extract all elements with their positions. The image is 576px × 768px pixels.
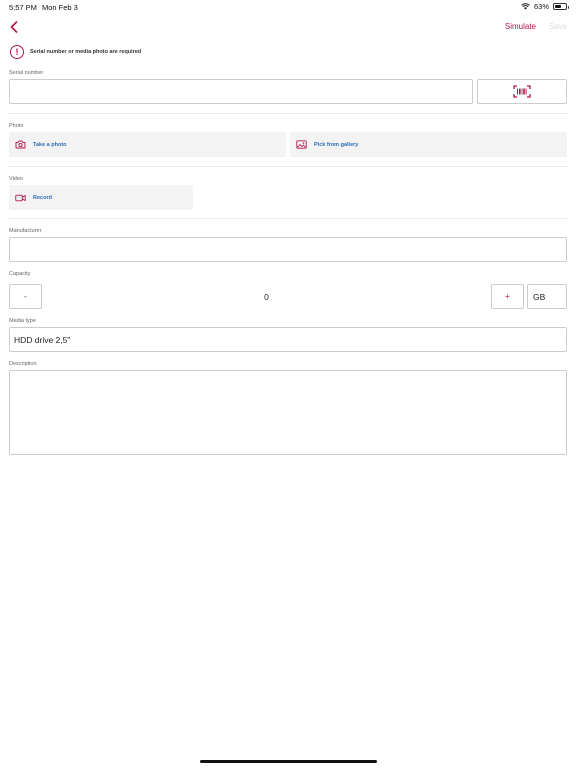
camera-icon xyxy=(15,140,26,149)
image-icon xyxy=(296,140,307,149)
description-textarea[interactable] xyxy=(9,370,567,455)
divider xyxy=(9,218,567,219)
battery-percent: 63% xyxy=(533,2,549,11)
save-button[interactable]: Save xyxy=(549,22,567,31)
simulate-button[interactable]: Simulate xyxy=(505,22,536,31)
validation-warning: ! Serial number or media photo are requi… xyxy=(10,45,141,59)
record-label: Record xyxy=(33,194,52,201)
wifi-icon xyxy=(521,3,530,10)
status-indicators: 63% xyxy=(521,2,569,11)
take-photo-button[interactable]: Take a photo xyxy=(9,132,286,157)
pick-from-gallery-button[interactable]: Pick from gallery xyxy=(290,132,567,157)
pick-from-gallery-label: Pick from gallery xyxy=(314,141,359,148)
photo-label: Photo xyxy=(9,123,24,129)
nav-bar: Simulate Save xyxy=(0,14,576,40)
barcode-scan-icon xyxy=(513,85,531,98)
chevron-left-icon xyxy=(10,21,18,33)
capacity-label: Capacity xyxy=(9,271,31,277)
description-label: Description xyxy=(9,361,37,367)
serial-number-label: Serial number xyxy=(9,70,44,76)
status-time: 5:57 PM xyxy=(9,3,37,12)
take-photo-label: Take a photo xyxy=(33,141,67,148)
manufacturer-input[interactable] xyxy=(9,237,567,262)
capacity-decrement-button[interactable]: - xyxy=(9,284,42,309)
capacity-value-input[interactable]: 0 xyxy=(42,284,491,309)
media-type-select[interactable]: HDD drive 2,5" xyxy=(9,327,567,352)
video-camera-icon xyxy=(15,194,26,201)
manufacturer-label: Manufacturer xyxy=(9,228,42,234)
divider xyxy=(9,166,567,167)
alert-icon: ! xyxy=(10,45,24,59)
warning-text: Serial number or media photo are require… xyxy=(30,49,142,55)
status-bar: 5:57 PM Mon Feb 3 63% xyxy=(0,0,576,14)
serial-number-input[interactable] xyxy=(9,79,473,104)
capacity-increment-button[interactable]: + xyxy=(491,284,524,309)
capacity-unit-select[interactable]: GB xyxy=(527,284,567,309)
barcode-scan-button[interactable] xyxy=(477,79,567,104)
divider xyxy=(9,113,567,114)
battery-fill xyxy=(555,5,562,8)
video-label: Video xyxy=(9,176,23,182)
media-type-label: Media type xyxy=(9,318,36,324)
back-button[interactable] xyxy=(6,19,22,35)
record-video-button[interactable]: Record xyxy=(9,185,193,210)
status-date: Mon Feb 3 xyxy=(42,3,78,12)
home-indicator[interactable] xyxy=(200,760,377,763)
battery-icon xyxy=(553,3,569,10)
